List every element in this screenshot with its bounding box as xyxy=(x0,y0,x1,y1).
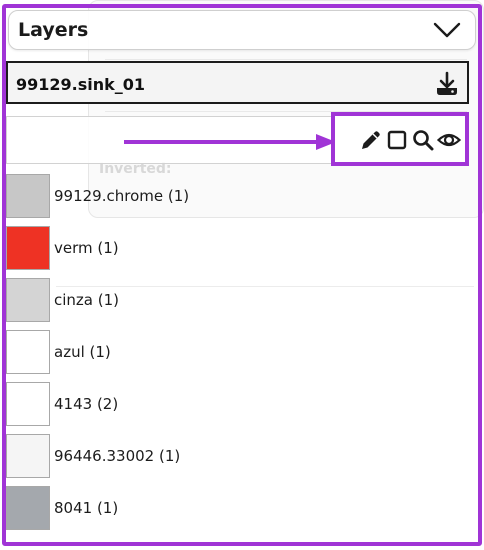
selected-layer-name: 99129.sink_01 xyxy=(16,75,146,94)
eye-icon[interactable] xyxy=(437,128,461,152)
layer-item[interactable]: 4143 (2) xyxy=(6,380,476,432)
annotation-arrow xyxy=(124,134,336,150)
layer-list: 99129.chrome (1) verm (1) cinza (1) azul… xyxy=(6,172,476,536)
layer-item[interactable]: 8041 (1) xyxy=(6,484,476,536)
color-swatch[interactable] xyxy=(6,330,50,374)
layer-item[interactable]: verm (1) xyxy=(6,224,476,276)
layer-item[interactable]: azul (1) xyxy=(6,328,476,380)
color-swatch[interactable] xyxy=(6,434,50,478)
chevron-down-icon[interactable] xyxy=(433,19,461,41)
layer-label: azul (1) xyxy=(54,343,111,361)
panel-title: Layers xyxy=(18,19,89,41)
layer-item[interactable]: cinza (1) xyxy=(6,276,476,328)
color-swatch[interactable] xyxy=(6,486,50,530)
layer-label: verm (1) xyxy=(54,239,119,257)
layer-label: 4143 (2) xyxy=(54,395,119,413)
tool-group xyxy=(331,112,469,166)
search-icon[interactable] xyxy=(411,128,435,152)
layer-label: 96446.33002 (1) xyxy=(54,447,181,465)
color-swatch[interactable] xyxy=(6,174,50,218)
download-icon[interactable] xyxy=(435,71,459,97)
square-icon[interactable] xyxy=(385,128,409,152)
layer-label: cinza (1) xyxy=(54,291,120,309)
color-swatch[interactable] xyxy=(6,226,50,270)
layer-item[interactable]: 99129.chrome (1) xyxy=(6,172,476,224)
layer-label: 99129.chrome (1) xyxy=(54,187,190,205)
layer-label: 8041 (1) xyxy=(54,499,119,517)
color-swatch[interactable] xyxy=(6,278,50,322)
layer-select[interactable]: 99129.sink_01 xyxy=(6,61,469,104)
layers-header[interactable]: Layers xyxy=(8,10,476,50)
pencil-icon[interactable] xyxy=(359,128,383,152)
layer-item[interactable]: 96446.33002 (1) xyxy=(6,432,476,484)
color-swatch[interactable] xyxy=(6,382,50,426)
